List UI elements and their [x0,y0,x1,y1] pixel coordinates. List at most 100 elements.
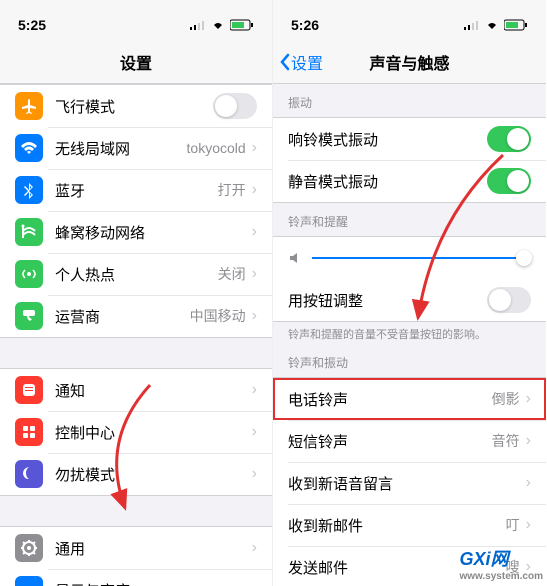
general-icon [15,534,43,562]
settings-group: 通用›AA显示与亮度›墙纸›声音与触感›Siri 与搜索› [0,526,272,586]
chevron-left-icon [279,53,291,71]
section-header-vibrate: 振动 [273,84,546,117]
row-label: 控制中心 [55,422,252,443]
bluetooth-icon [15,176,43,204]
chevron-right-icon: › [526,474,531,492]
chevron-right-icon: › [526,516,531,534]
row-label: 蜂窝移动网络 [55,222,252,243]
chevron-right-icon: › [252,139,257,157]
wifi-status-icon [210,20,226,30]
row-label: 勿扰模式 [55,464,252,485]
row-label: 收到新邮件 [288,515,506,536]
row-label: 静音模式振动 [288,171,487,192]
settings-row[interactable]: 收到新语音留言› [273,462,546,504]
settings-group: 飞行模式无线局域网tokyocold›蓝牙打开›蜂窝移动网络›个人热点关闭›运营… [0,84,272,338]
settings-row[interactable]: 运营商中国移动 › [0,295,272,337]
dnd-icon [15,460,43,488]
settings-row[interactable]: 蓝牙打开 › [0,169,272,211]
row-label: 运营商 [55,306,190,327]
row-detail: 中国移动 [190,306,246,326]
toggle[interactable] [213,93,257,119]
settings-row[interactable]: 电话铃声倒影 › [273,378,546,420]
row-label: 飞行模式 [55,96,213,117]
chevron-right-icon: › [252,265,257,283]
row-detail: 叮 [506,515,520,535]
wifi-status-icon [484,20,500,30]
display-icon: AA [15,576,43,586]
row-detail: 音符 [492,431,520,451]
settings-row[interactable]: AA 显示与亮度› [0,569,272,586]
cellular-icon [15,218,43,246]
toggle[interactable] [487,126,531,152]
back-button[interactable]: 设置 [279,50,323,74]
row-label: 个人热点 [55,264,218,285]
section-note: 铃声和提醒的音量不受音量按钮的影响。 [273,322,546,352]
toggle[interactable] [487,287,531,313]
row-label: 蓝牙 [55,180,218,201]
settings-row[interactable]: 收到新邮件叮 › [273,504,546,546]
row-label: 通知 [55,380,252,401]
chevron-right-icon: › [252,423,257,441]
row-label: 响铃模式振动 [288,129,487,150]
carrier-icon [15,302,43,330]
row-detail: 打开 [218,180,246,200]
status-bar: 5:26 [273,0,546,40]
chevron-right-icon: › [252,381,257,399]
section-header-ringer: 铃声和提醒 [273,203,546,236]
battery-icon [230,19,254,31]
status-icons [464,19,528,31]
settings-row[interactable]: 短信铃声音符 › [273,420,546,462]
status-bar: 5:25 [0,0,272,40]
section-header-sound: 铃声和振动 [273,352,546,377]
row-detail: 倒影 [492,389,520,409]
settings-row[interactable]: 个人热点关闭 › [0,253,272,295]
status-time: 5:26 [291,17,319,33]
chevron-right-icon: › [526,390,531,408]
status-time: 5:25 [18,17,46,33]
settings-row[interactable]: 勿扰模式› [0,453,272,495]
battery-icon [504,19,528,31]
chevron-right-icon: › [252,539,257,557]
speaker-icon [288,251,302,265]
wifi-icon [15,134,43,162]
row-label: 电话铃声 [288,389,492,410]
row-detail: 关闭 [218,264,246,284]
settings-group: 通知›控制中心›勿扰模式› [0,368,272,496]
settings-row[interactable]: 响铃模式振动 [273,118,546,160]
phone-left: 5:25 设置 飞行模式无线局域网tokyocold›蓝牙打开›蜂窝移动网络›个… [0,0,273,586]
chevron-right-icon: › [252,465,257,483]
chevron-right-icon: › [252,223,257,241]
signal-icon [190,20,206,30]
setting-row-buttons[interactable]: 用按钮调整 [273,279,546,321]
volume-slider[interactable] [273,237,546,279]
notify-icon [15,376,43,404]
control-icon [15,418,43,446]
chevron-right-icon: › [252,181,257,199]
settings-row[interactable]: 通知› [0,369,272,411]
settings-row[interactable]: 控制中心› [0,411,272,453]
page-title: 设置 [120,50,152,74]
signal-icon [464,20,480,30]
row-detail: tokyocold [187,140,246,156]
toggle[interactable] [487,168,531,194]
row-label: 显示与亮度 [55,580,252,586]
navbar: 设置 声音与触感 [273,40,546,84]
row-label: 短信铃声 [288,431,492,452]
chevron-right-icon: › [252,307,257,325]
hotspot-icon [15,260,43,288]
row-label: 用按钮调整 [288,290,487,311]
settings-row[interactable]: 静音模式振动 [273,160,546,202]
back-label: 设置 [291,50,323,74]
status-icons [190,19,254,31]
row-label: 通用 [55,538,252,559]
settings-row[interactable]: 飞行模式 [0,85,272,127]
navbar: 设置 [0,40,272,84]
settings-row[interactable]: 无线局域网tokyocold› [0,127,272,169]
chevron-right-icon: › [526,432,531,450]
settings-row[interactable]: 蜂窝移动网络› [0,211,272,253]
airplane-icon [15,92,43,120]
watermark: GXi网 www.system.com [459,545,543,582]
chevron-right-icon: › [252,581,257,586]
settings-row[interactable]: 通用› [0,527,272,569]
page-title: 声音与触感 [369,50,449,74]
